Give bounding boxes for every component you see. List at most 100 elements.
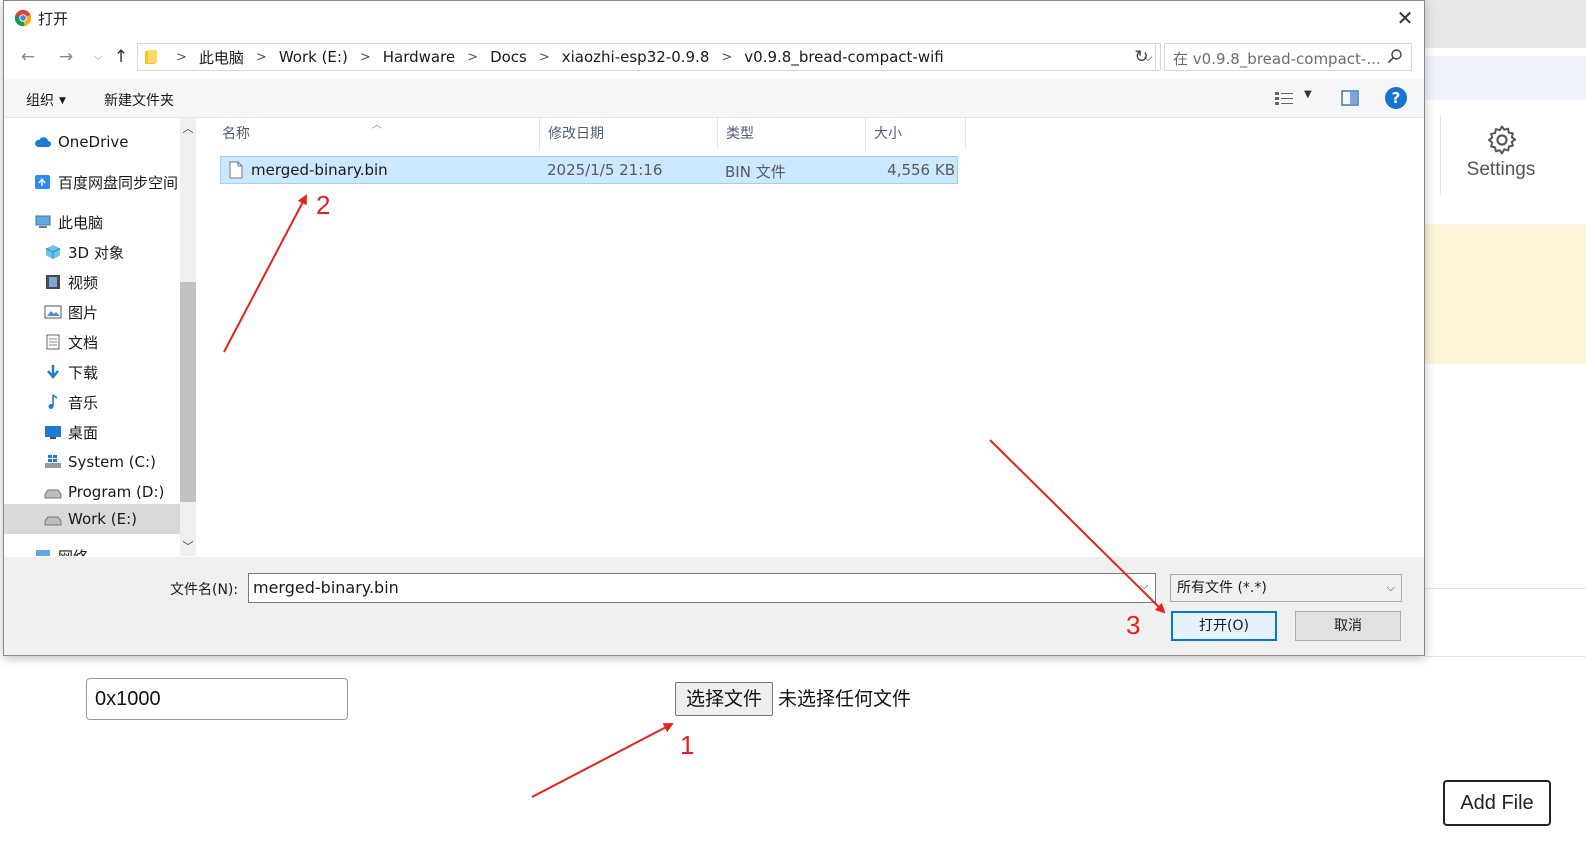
nav-item-program-d[interactable]: Program (D:) xyxy=(4,478,180,506)
nav-item-work-e[interactable]: Work (E:) xyxy=(4,504,180,534)
annotation-arrow xyxy=(531,723,674,798)
breadcrumb-item[interactable]: v0.9.8_bread-compact-wifi xyxy=(744,48,943,66)
help-icon[interactable]: ? xyxy=(1385,87,1407,109)
file-row[interactable]: merged-binary.bin 2025/1/5 21:16 BIN 文件 … xyxy=(220,156,958,184)
flash-address-input[interactable]: 0x1000 xyxy=(86,678,348,720)
nav-item-videos[interactable]: 视频 xyxy=(4,268,180,296)
nav-item-system-c[interactable]: System (C:) xyxy=(4,448,180,476)
column-header-label: 类型 xyxy=(726,126,754,142)
breadcrumb-item[interactable]: xiaozhi-esp32-0.9.8 xyxy=(562,48,710,66)
nav-item-pictures[interactable]: 图片 xyxy=(4,298,180,326)
close-icon: ✕ xyxy=(1396,6,1414,30)
nav-item-label: 图片 xyxy=(68,303,99,322)
breadcrumb-item[interactable]: Hardware xyxy=(383,48,455,66)
file-list: 名称 ︿ 修改日期 类型 大小 merged-binary.bin 2025/1… xyxy=(204,118,1424,556)
file-size: 4,556 KB xyxy=(887,161,955,179)
chevron-down-icon: ⌵ xyxy=(1386,581,1395,594)
file-type-select[interactable]: 所有文件 (*.*) ⌵ xyxy=(1170,574,1402,602)
picture-icon xyxy=(44,305,62,319)
open-button[interactable]: 打开(O) xyxy=(1171,611,1277,641)
nav-item-3d-objects[interactable]: 3D 对象 xyxy=(4,238,180,266)
nav-item-this-pc[interactable]: 此电脑 xyxy=(4,208,180,236)
scrollbar-thumb[interactable] xyxy=(180,282,196,502)
notice-banner xyxy=(1425,224,1586,364)
nav-item-downloads[interactable]: 下载 xyxy=(4,358,180,386)
no-file-chosen-text: 未选择任何文件 xyxy=(778,688,912,710)
command-bar: 组织 ▼ 新建文件夹 ▼ ? xyxy=(4,79,1424,118)
nav-item-baidu-sync[interactable]: 百度网盘同步空间 xyxy=(4,168,180,196)
up-button[interactable]: ↑ xyxy=(111,47,131,67)
chevron-down-icon[interactable]: ⌵ xyxy=(1140,579,1148,593)
view-dropdown[interactable]: ▼ xyxy=(1304,89,1312,100)
nav-item-music[interactable]: 音乐 xyxy=(4,388,180,416)
nav-item-network[interactable]: 网络 xyxy=(4,542,180,556)
add-file-button[interactable]: Add File xyxy=(1443,780,1551,826)
refresh-icon: ↻ xyxy=(1134,47,1149,67)
divider xyxy=(1425,656,1586,657)
chevron-down-icon[interactable]: ﹀ xyxy=(180,538,196,554)
search-placeholder: 在 v0.9.8_bread-compact-... xyxy=(1173,50,1381,68)
cube-icon xyxy=(45,245,61,259)
nav-item-documents[interactable]: 文档 xyxy=(4,328,180,356)
nav-item-label: System (C:) xyxy=(68,453,156,471)
filename-label: 文件名(N): xyxy=(170,582,239,598)
video-icon xyxy=(46,275,60,289)
nav-item-label: 此电脑 xyxy=(58,213,104,232)
breadcrumb-item[interactable]: 此电脑 xyxy=(199,47,244,68)
view-options-icon[interactable] xyxy=(1274,90,1294,106)
breadcrumb-item[interactable]: Docs xyxy=(490,48,527,66)
recent-locations-button[interactable]: ⌵ xyxy=(88,47,108,67)
search-icon xyxy=(1387,49,1402,64)
sort-ascending-icon: ︿ xyxy=(372,120,382,131)
column-header-label: 修改日期 xyxy=(548,126,604,142)
breadcrumb-item[interactable]: Work (E:) xyxy=(279,48,348,66)
chevron-up-icon[interactable]: ︿ xyxy=(180,120,196,136)
folder-icon xyxy=(145,50,157,64)
address-bar[interactable]: > 此电脑 > Work (E:) > Hardware > Docs > xi… xyxy=(137,43,1161,71)
preview-pane-icon[interactable] xyxy=(1341,90,1359,106)
close-button[interactable]: ✕ xyxy=(1392,5,1418,31)
filename-input[interactable]: merged-binary.bin xyxy=(248,573,1156,603)
background-navbar xyxy=(1425,56,1586,100)
caret-down-icon: ▼ xyxy=(1304,89,1312,100)
refresh-button[interactable]: ↻ xyxy=(1128,43,1156,71)
choose-file-button[interactable]: 选择文件 xyxy=(675,682,773,716)
file-type-value: 所有文件 (*.*) xyxy=(1177,580,1267,596)
annotation-step-2: 2 xyxy=(316,190,331,220)
cloud-icon xyxy=(35,137,51,147)
nav-item-label: Work (E:) xyxy=(68,510,137,528)
column-header-label: 大小 xyxy=(874,126,902,142)
new-folder-button[interactable]: 新建文件夹 xyxy=(104,90,174,110)
navigation-scrollbar[interactable]: ︿ ﹀ xyxy=(180,118,196,556)
navigation-pane: OneDrive 百度网盘同步空间 此电脑 3D 对象 视频 图片 文档 下载 xyxy=(4,118,196,556)
nav-item-desktop[interactable]: 桌面 xyxy=(4,418,180,446)
download-icon xyxy=(47,365,59,379)
desktop-icon xyxy=(45,426,61,439)
document-icon xyxy=(46,334,60,350)
organize-menu[interactable]: 组织 ▼ xyxy=(26,90,66,110)
column-header-type[interactable]: 类型 xyxy=(718,118,866,150)
nav-item-label: 百度网盘同步空间 xyxy=(58,173,179,192)
arrow-up-icon: ↑ xyxy=(113,47,129,67)
computer-icon xyxy=(35,215,51,228)
open-file-dialog: 打开 ✕ ← → ⌵ ↑ > 此电脑 > Work (E:) > Hardwar… xyxy=(3,0,1425,656)
organize-label: 组织 xyxy=(26,93,54,109)
baidu-sync-icon xyxy=(35,175,50,189)
arrow-right-icon: → xyxy=(58,47,74,67)
nav-item-onedrive[interactable]: OneDrive xyxy=(4,128,180,156)
gear-icon xyxy=(1487,125,1517,155)
settings-label: Settings xyxy=(1466,159,1536,180)
annotation-step-3: 3 xyxy=(1126,610,1141,640)
column-header-date[interactable]: 修改日期 xyxy=(540,118,718,150)
column-header-label: 名称 xyxy=(222,126,250,142)
column-header-size[interactable]: 大小 xyxy=(866,118,966,150)
cancel-button[interactable]: 取消 xyxy=(1295,611,1401,641)
forward-button[interactable]: → xyxy=(56,47,76,67)
nav-item-label: Program (D:) xyxy=(68,483,165,501)
arrow-left-icon: ← xyxy=(20,47,36,67)
back-button[interactable]: ← xyxy=(18,47,38,67)
settings-tab[interactable]: Settings xyxy=(1440,115,1561,195)
search-input[interactable]: 在 v0.9.8_bread-compact-... xyxy=(1164,43,1412,71)
nav-item-label: 3D 对象 xyxy=(68,243,124,262)
nav-item-label: 视频 xyxy=(68,273,99,292)
